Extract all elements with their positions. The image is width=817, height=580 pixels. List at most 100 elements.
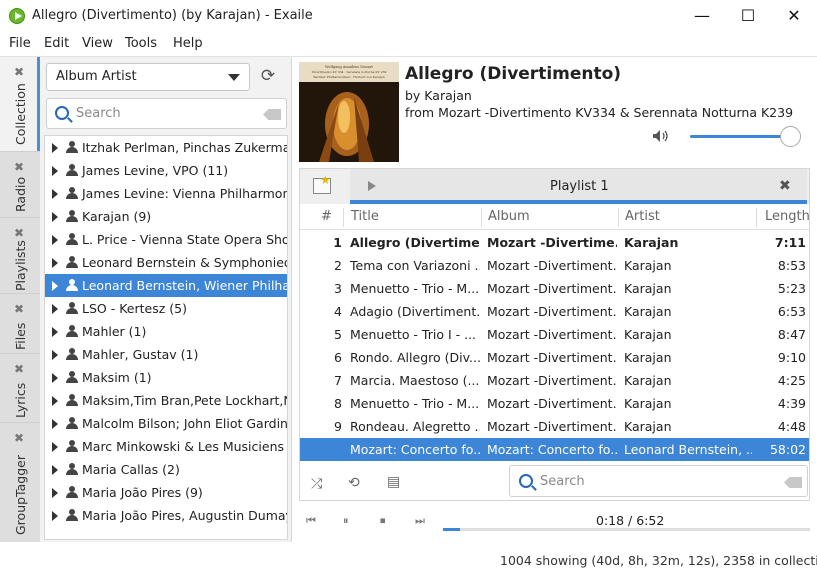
tab-grouptagger-label: GroupTagger bbox=[13, 455, 28, 535]
collection-tree-item[interactable]: Itzhak Perlman, Pinchas Zukerman, bbox=[45, 136, 287, 159]
expander-icon[interactable] bbox=[52, 304, 58, 314]
expander-icon[interactable] bbox=[52, 143, 58, 153]
collection-tree-item[interactable]: James Levine, VPO (11) bbox=[45, 159, 287, 182]
volume-slider[interactable] bbox=[690, 135, 790, 138]
previous-track-icon[interactable]: ⏮ bbox=[306, 514, 316, 528]
maximize-button[interactable]: ☐ bbox=[725, 0, 771, 32]
collection-tree-item[interactable]: Leonard Bernstein, Wiener Philharm bbox=[45, 274, 287, 297]
column-title[interactable]: Title bbox=[351, 209, 379, 224]
tab-lyrics[interactable]: ✖ Lyrics bbox=[0, 354, 40, 423]
repeat-icon[interactable]: ⟲ bbox=[348, 475, 360, 491]
collection-tree-item[interactable]: Marc Minkowski & Les Musiciens d bbox=[45, 435, 288, 458]
playlist-row[interactable]: 6 Rondo. Allegro (Div... Mozart -Divertime… bbox=[300, 346, 809, 369]
column-number[interactable]: # bbox=[321, 209, 332, 224]
close-icon[interactable]: ✖ bbox=[14, 226, 24, 240]
tab-files[interactable]: ✖ Files bbox=[0, 294, 40, 354]
column-divider[interactable] bbox=[343, 208, 344, 227]
collection-tree-item[interactable]: James Levine: Vienna Philharmonic bbox=[45, 182, 287, 205]
collection-tree-item[interactable]: Leonard Bernstein & Symphonieorc bbox=[45, 251, 287, 274]
now-playing-title: Allegro (Divertimento) bbox=[405, 64, 622, 84]
track-title: Tema con Variazoni ... bbox=[350, 258, 480, 273]
expander-icon[interactable] bbox=[52, 350, 58, 360]
playlist-row[interactable]: 7 Marcia. Maestoso (... Mozart -Divertimen… bbox=[300, 369, 809, 392]
close-button[interactable]: ✕ bbox=[771, 0, 817, 32]
stop-icon[interactable]: ⏹ bbox=[380, 514, 386, 528]
pause-icon[interactable]: ⏸ bbox=[343, 514, 349, 528]
playlist-search-field[interactable]: Search bbox=[509, 465, 808, 497]
expander-icon[interactable] bbox=[52, 212, 58, 222]
refresh-icon[interactable]: ⟳ bbox=[258, 66, 278, 86]
collection-tree-item[interactable]: LSO - Kertesz (5) bbox=[45, 297, 287, 320]
playlist-row[interactable]: 8 Menuetto - Trio - M... Mozart -Divertime… bbox=[300, 392, 809, 415]
expander-icon[interactable] bbox=[52, 258, 58, 268]
view-mode-dropdown[interactable]: Album Artist bbox=[46, 63, 250, 91]
collection-search-field[interactable]: Search bbox=[46, 98, 287, 129]
collection-tree-item[interactable]: Maria Callas (2) bbox=[45, 458, 287, 481]
expander-icon[interactable] bbox=[52, 442, 58, 452]
expander-icon[interactable] bbox=[52, 166, 58, 176]
collection-tree-item[interactable]: Maria João Pires, Augustin Dumay bbox=[45, 504, 287, 527]
next-track-icon[interactable]: ⏭ bbox=[415, 514, 425, 528]
column-divider[interactable] bbox=[756, 208, 757, 227]
playlist-row[interactable]: 9 Rondeau. Alegretto ... Mozart -Divertime… bbox=[300, 415, 809, 438]
dynamic-playlist-icon[interactable]: ▤ bbox=[387, 474, 400, 490]
minimize-button[interactable]: — bbox=[679, 0, 725, 32]
expander-icon[interactable] bbox=[52, 488, 58, 498]
collection-tree-item[interactable]: Mahler (1) bbox=[45, 320, 287, 343]
expander-icon[interactable] bbox=[52, 189, 58, 199]
collection-tree-item[interactable]: Maria João Pires (9) bbox=[45, 481, 287, 504]
expander-icon[interactable] bbox=[52, 419, 58, 429]
new-playlist-icon[interactable]: ★ bbox=[313, 173, 331, 194]
expander-icon[interactable] bbox=[52, 327, 58, 337]
menu-edit[interactable]: Edit bbox=[44, 36, 69, 51]
playlist-row[interactable]: 1 Allegro (Divertime... Mozart -Divertime.… bbox=[300, 231, 809, 254]
tab-radio[interactable]: ✖ Radio bbox=[0, 152, 40, 218]
close-icon[interactable]: ✖ bbox=[14, 65, 24, 79]
column-divider[interactable] bbox=[481, 208, 482, 227]
column-artist[interactable]: Artist bbox=[625, 209, 660, 224]
tab-playlists[interactable]: ✖ Playlists bbox=[0, 218, 40, 294]
playlist-row[interactable]: 2 Tema con Variazoni ... Mozart -Divertime… bbox=[300, 254, 809, 277]
column-length[interactable]: Length bbox=[765, 209, 810, 224]
tab-grouptagger[interactable]: ✖ GroupTagger bbox=[0, 423, 40, 542]
column-album[interactable]: Album bbox=[488, 209, 530, 224]
menu-help[interactable]: Help bbox=[173, 36, 203, 51]
menu-view[interactable]: View bbox=[82, 36, 113, 51]
clear-search-icon[interactable] bbox=[263, 109, 281, 120]
column-divider[interactable] bbox=[618, 208, 619, 227]
seek-bar[interactable] bbox=[443, 528, 810, 531]
clear-search-icon[interactable] bbox=[784, 477, 802, 488]
close-icon[interactable]: ✖ bbox=[14, 362, 24, 376]
collection-tree-item[interactable]: Karajan (9) bbox=[45, 205, 287, 228]
close-icon[interactable]: ✖ bbox=[14, 160, 24, 174]
track-artist: Karajan bbox=[624, 373, 672, 388]
playlist-row[interactable]: 3 Menuetto - Trio - M... Mozart -Divertime… bbox=[300, 277, 809, 300]
expander-icon[interactable] bbox=[52, 396, 58, 406]
track-artist: Karajan bbox=[624, 258, 672, 273]
playlist-row[interactable]: Mozart: Concerto fo... Mozart: Concerto f… bbox=[300, 438, 809, 461]
close-icon[interactable]: ✖ bbox=[14, 431, 24, 445]
collection-item-label: Marc Minkowski & Les Musiciens d bbox=[82, 439, 288, 454]
shuffle-icon[interactable]: ⤮ bbox=[311, 476, 322, 492]
collection-tree[interactable]: Itzhak Perlman, Pinchas Zukerman, James … bbox=[44, 135, 288, 540]
volume-icon[interactable] bbox=[652, 129, 670, 143]
collection-tree-item[interactable]: Mahler, Gustav (1) bbox=[45, 343, 287, 366]
collection-tree-item[interactable]: L. Price - Vienna State Opera Shoru bbox=[45, 228, 287, 251]
collection-tree-item[interactable]: Maksim,Tim Bran,Pete Lockhart,Nal bbox=[45, 389, 287, 412]
playlist-row[interactable]: 4 Adagio (Divertiment... Mozart -Divertime… bbox=[300, 300, 809, 323]
expander-icon[interactable] bbox=[52, 235, 58, 245]
collection-tree-item[interactable]: Malcolm Bilson; John Eliot Gardiner bbox=[45, 412, 287, 435]
collection-tree-item[interactable]: Maksim (1) bbox=[45, 366, 287, 389]
expander-icon[interactable] bbox=[52, 373, 58, 383]
volume-slider-handle[interactable] bbox=[780, 126, 801, 147]
tab-collection[interactable]: ✖ Collection bbox=[0, 57, 40, 152]
menu-file[interactable]: File bbox=[9, 36, 31, 51]
close-tab-icon[interactable]: ✖ bbox=[779, 178, 791, 194]
expander-icon[interactable] bbox=[52, 511, 58, 521]
playlist-row[interactable]: 5 Menuetto - Trio I - ... Mozart -Divertim… bbox=[300, 323, 809, 346]
close-icon[interactable]: ✖ bbox=[14, 302, 24, 316]
expander-icon[interactable] bbox=[52, 465, 58, 475]
expander-icon[interactable] bbox=[52, 281, 58, 291]
playback-time: 0:18 / 6:52 bbox=[596, 513, 665, 528]
menu-tools[interactable]: Tools bbox=[125, 36, 157, 51]
